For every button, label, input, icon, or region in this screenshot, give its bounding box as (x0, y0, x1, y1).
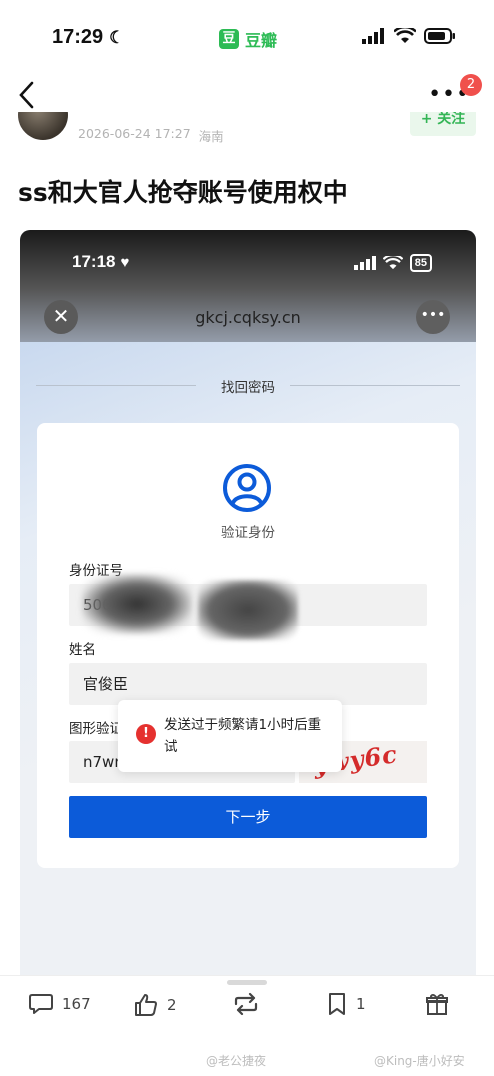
thumbs-up-icon (135, 994, 157, 1016)
image-battery: 85 (409, 254, 432, 272)
redaction-blur (82, 574, 192, 634)
watermark-left: @老公捷夜 (206, 1054, 267, 1068)
image-time-text: 17:18 (72, 252, 116, 271)
avatar[interactable] (18, 112, 68, 140)
image-status-time: 17:18 ♥ (72, 252, 129, 272)
image-status-icons: 85 (353, 254, 432, 272)
follow-button[interactable]: + 关注 (410, 112, 476, 136)
app-logo-icon: 豆 (219, 29, 239, 49)
scroll-indicator (227, 980, 267, 985)
status-time-text: 17:29 (52, 26, 104, 48)
browser-more-icon: ••• (416, 300, 450, 334)
gift-icon (426, 993, 448, 1015)
comment-icon (29, 994, 53, 1014)
collect-count: 1 (356, 995, 366, 1013)
collect-action[interactable]: 1 (326, 992, 366, 1016)
name-label: 姓名 (69, 642, 96, 658)
verify-card: 验证身份 身份证号 500 姓名 官俊臣 图形验证码 n7wn ywy6c 下一… (37, 423, 459, 868)
user-icon (223, 464, 271, 512)
moon-icon: ☾ (109, 27, 125, 47)
redaction-blur (198, 580, 298, 640)
repost-action[interactable] (232, 992, 268, 1016)
image-browser-header (20, 230, 476, 360)
battery-icon (424, 28, 455, 44)
name-field: 官俊臣 (69, 663, 427, 705)
next-step-button: 下一步 (69, 796, 427, 838)
heart-icon: ♥ (120, 253, 130, 271)
verify-title: 验证身份 (221, 525, 275, 541)
error-toast: ! 发送过于频繁请1小时后重试 (118, 700, 342, 772)
like-count: 2 (167, 996, 177, 1014)
image-signal-icon (353, 256, 376, 270)
comment-action[interactable]: 167 (28, 992, 91, 1016)
web-page-heading: 找回密码 (221, 380, 275, 396)
comment-count: 167 (62, 995, 91, 1013)
post-location: 海南 (198, 129, 224, 144)
status-icons (362, 28, 456, 44)
post-date: 2026-06-24 17:27 (78, 126, 191, 141)
author-row: 2026-06-24 17:27 海南 + 关注 (0, 112, 494, 146)
error-icon: ! (136, 724, 156, 744)
status-time: 17:29 ☾ (52, 26, 124, 49)
status-app: 豆 豆瓣 (219, 27, 277, 51)
wifi-icon (394, 28, 416, 43)
bookmark-icon (329, 993, 345, 1015)
gift-action[interactable] (425, 992, 449, 1016)
post-image[interactable]: 17:18 ♥ 85 ✕ gkcj.cqksy.cn ••• 找回密码 验证身份… (20, 230, 476, 975)
like-action[interactable]: 2 (133, 992, 177, 1018)
notification-badge: 2 (460, 74, 482, 96)
image-wifi-icon (382, 256, 403, 270)
repost-icon (234, 992, 258, 1016)
status-bar: 17:29 ☾ 豆 豆瓣 (0, 0, 494, 80)
toast-text: 发送过于频繁请1小时后重试 (164, 717, 322, 755)
browser-url: gkcj.cqksy.cn (195, 308, 301, 327)
post-meta: 2026-06-24 17:27 海南 (78, 126, 224, 145)
back-icon[interactable] (16, 80, 40, 110)
post-title: ss和大官人抢夺账号使用权中 (18, 178, 348, 207)
app-name: 豆瓣 (245, 31, 278, 50)
watermark-right: @King-唐小好安 (374, 1054, 465, 1068)
signal-icon (362, 28, 384, 44)
